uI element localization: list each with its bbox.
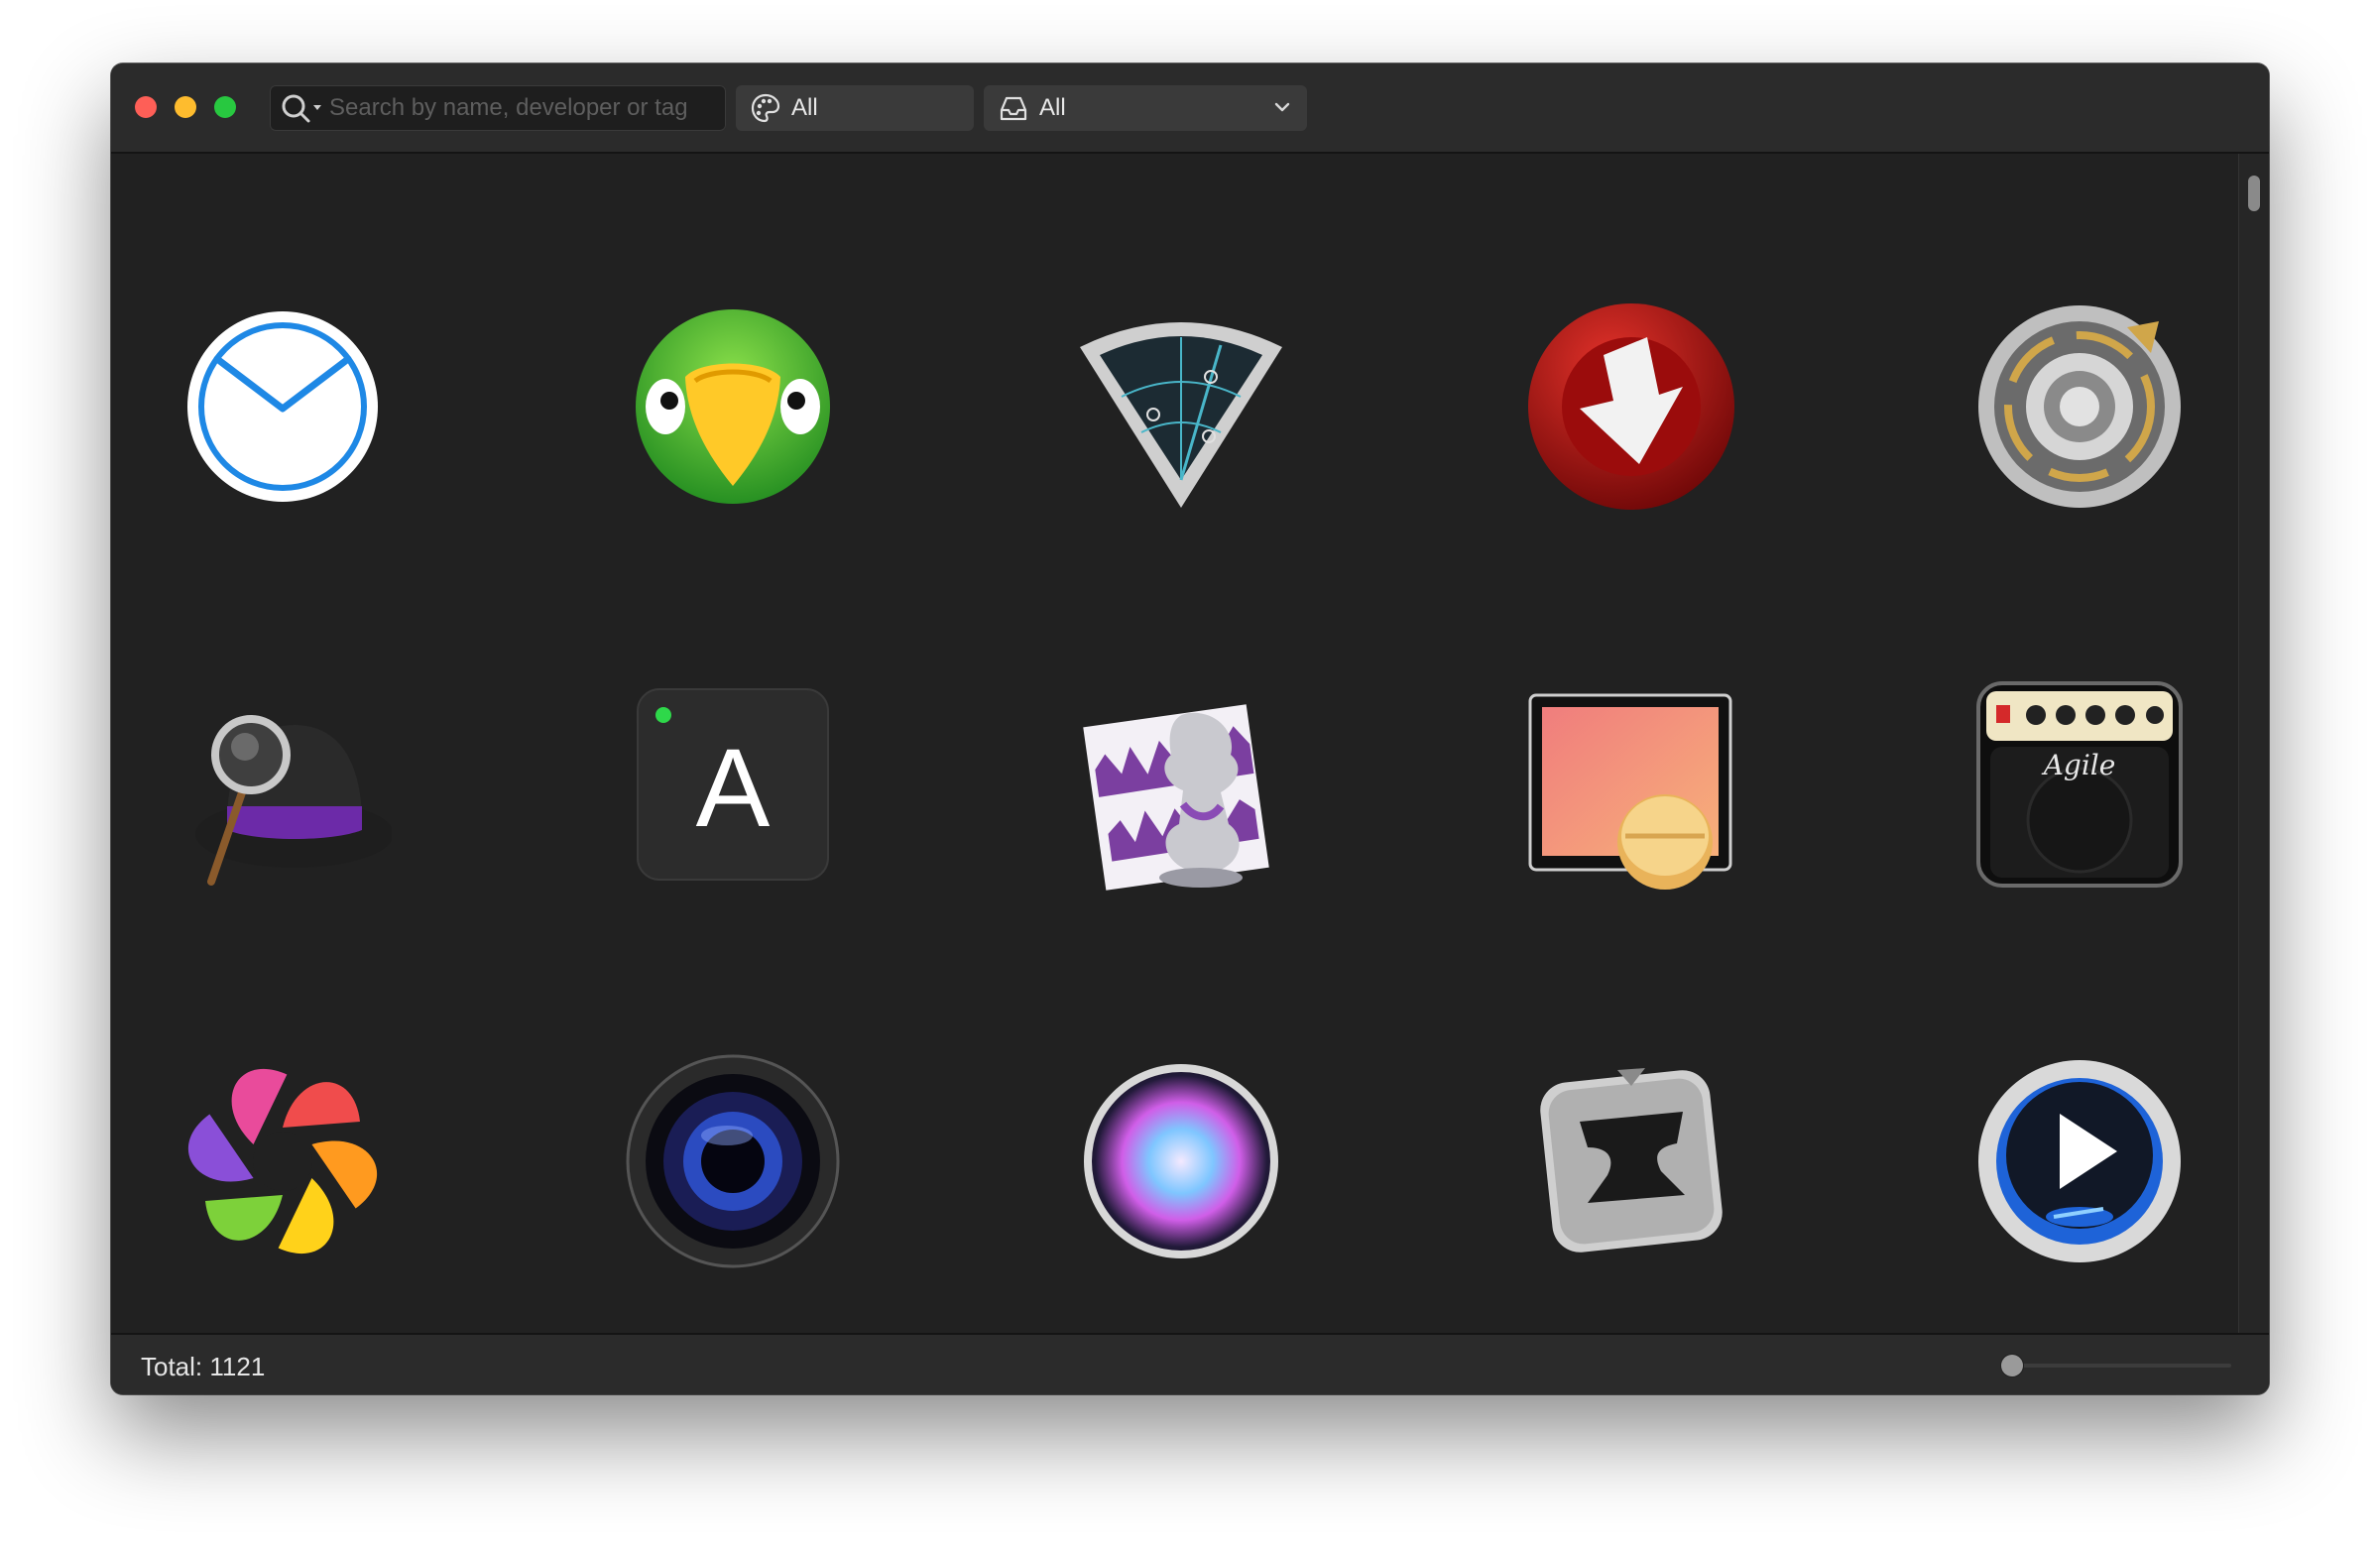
voice-orb-icon xyxy=(1084,1064,1278,1258)
metal-vault-dial-icon xyxy=(1978,305,2181,508)
bluray-play-icon xyxy=(1978,1060,2181,1262)
color-flower-icon xyxy=(188,1069,377,1254)
source-filter-value: All xyxy=(1039,94,1066,121)
app-tile[interactable] xyxy=(1970,298,2189,516)
search-input[interactable] xyxy=(323,88,726,128)
app-tile[interactable] xyxy=(174,675,392,894)
app-window: All All xyxy=(111,63,2269,1394)
composer-bust-waveform-icon xyxy=(1083,704,1269,891)
tray-icon xyxy=(998,92,1029,124)
guitar-amp-icon: Agile xyxy=(1976,681,2183,888)
letter-a-keycap-icon: A xyxy=(637,688,829,881)
hat-magnifier-icon xyxy=(195,715,392,886)
status-bar: Total: 1121 xyxy=(111,1333,2269,1394)
palette-icon xyxy=(750,92,781,124)
app-tile[interactable] xyxy=(1072,1052,1290,1270)
airmail-envelope-icon xyxy=(187,311,378,502)
vertical-scrollbar[interactable] xyxy=(2238,154,2269,1333)
app-tile[interactable] xyxy=(1072,298,1290,516)
theme-filter-dropdown[interactable]: All xyxy=(736,85,974,131)
app-tile[interactable] xyxy=(624,298,842,516)
app-tile[interactable] xyxy=(174,298,392,516)
icon-size-slider-knob[interactable] xyxy=(2001,1355,2023,1376)
window-pill-icon xyxy=(1528,693,1732,890)
app-tile[interactable] xyxy=(1522,675,1740,894)
app-tile[interactable] xyxy=(1522,1052,1740,1270)
app-tile[interactable]: A xyxy=(624,675,842,894)
camera-lens-icon xyxy=(626,1054,840,1268)
search-field[interactable] xyxy=(270,85,726,131)
app-tile[interactable] xyxy=(624,1052,842,1270)
anvil-icon xyxy=(1540,1068,1723,1253)
search-icon[interactable] xyxy=(280,92,323,124)
scrollbar-thumb[interactable] xyxy=(2248,176,2260,211)
app-tile[interactable] xyxy=(1522,298,1740,516)
source-filter-dropdown[interactable]: All xyxy=(984,85,1307,131)
zoom-window-button[interactable] xyxy=(214,96,236,118)
app-tile[interactable] xyxy=(1072,675,1290,894)
app-tile[interactable]: Agile xyxy=(1970,675,2189,894)
wifi-radar-icon xyxy=(1080,322,1282,508)
toolbar: All All xyxy=(111,63,2269,154)
svg-text:A: A xyxy=(696,726,771,850)
app-tile[interactable] xyxy=(1970,1052,2189,1270)
icon-size-slider-track[interactable] xyxy=(2003,1364,2231,1368)
chevron-down-icon xyxy=(1271,96,1293,118)
app-tile[interactable] xyxy=(174,1052,392,1270)
parrot-icon xyxy=(636,309,830,504)
red-download-arrow-icon xyxy=(1528,303,1734,510)
close-window-button[interactable] xyxy=(135,96,157,118)
total-count: Total: 1121 xyxy=(141,1352,266,1381)
app-icon-grid: A Agile xyxy=(111,154,2239,1333)
minimize-window-button[interactable] xyxy=(175,96,196,118)
svg-text:Agile: Agile xyxy=(2041,749,2116,781)
theme-filter-value: All xyxy=(791,94,818,121)
